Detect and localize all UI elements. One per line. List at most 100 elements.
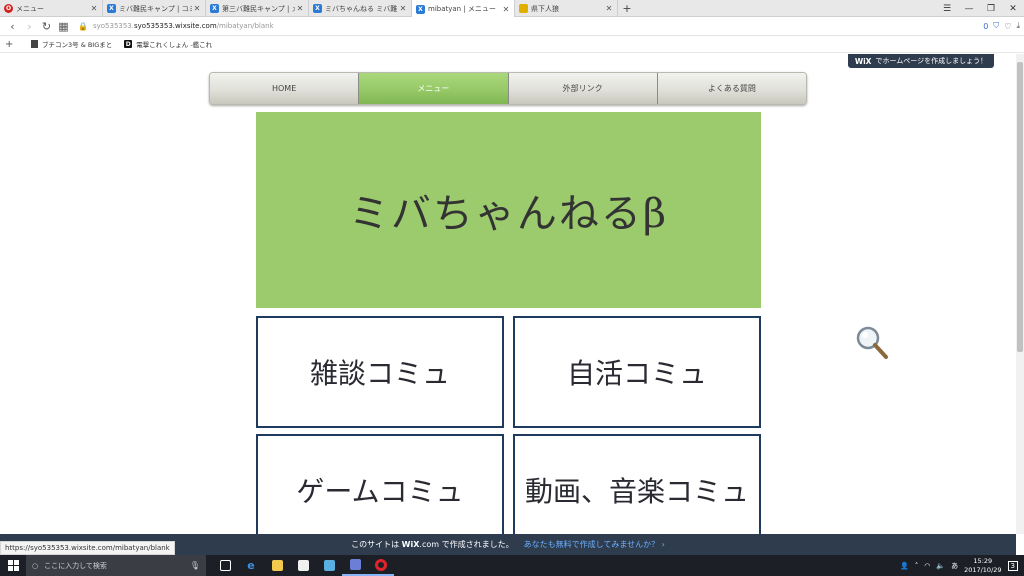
close-window-icon[interactable]: ✕: [1002, 4, 1024, 14]
microphone-icon[interactable]: 🎙: [190, 561, 200, 570]
close-tab-icon[interactable]: ✕: [501, 5, 511, 14]
tab-strip: O メニュー ✕ X ミバ難民キャンプ | コミュニティ ✕ X 第三バ難民キャ…: [0, 0, 1024, 18]
card-jikatsu-community[interactable]: 自活コミュ: [513, 316, 761, 428]
bookmark-label: ブチコン3号 & BIGまと: [42, 41, 113, 49]
tab-label: 第三バ難民キャンプ | メニュー: [222, 4, 295, 13]
footer-suffix: で作成されました。: [441, 540, 514, 549]
task-view-icon[interactable]: [212, 555, 238, 576]
forward-icon[interactable]: ›: [21, 20, 38, 33]
footer-prefix: このサイトは: [351, 540, 400, 549]
window-controls: ☰ — ❐ ✕: [936, 0, 1024, 17]
app-icon[interactable]: [316, 555, 342, 576]
web-page: WiX でホームページを作成しましょう！ HOME メニュー 外部リンク よくあ…: [0, 54, 1016, 534]
heart-icon[interactable]: ♡: [1004, 22, 1011, 31]
browser-tab[interactable]: 県下人狼 ✕: [515, 0, 618, 17]
people-icon[interactable]: 👤: [900, 562, 909, 570]
tab-label: ミバちゃんねる ミバ難民キャン: [325, 4, 398, 13]
site-menu: HOME メニュー 外部リンク よくある質問: [209, 72, 807, 105]
site-title: ミバちゃんねるβ: [348, 191, 669, 237]
bookmark-item[interactable]: ブチコン3号 & BIGまと: [31, 39, 112, 49]
download-icon[interactable]: ⤓: [1016, 21, 1020, 31]
add-bookmark-icon[interactable]: +: [5, 39, 19, 50]
tab-label: メニュー: [16, 4, 44, 13]
windows-start-icon[interactable]: [0, 555, 26, 576]
status-url: https://syo535353.wixsite.com/mibatyan/b…: [0, 541, 175, 555]
search-placeholder: ここに入力して検索: [44, 561, 107, 570]
app-icon[interactable]: [342, 555, 368, 576]
close-tab-icon[interactable]: ✕: [192, 4, 202, 13]
page-scrollbar[interactable]: [1016, 54, 1024, 534]
tab-label: 県下人狼: [531, 4, 559, 13]
browser-tab[interactable]: O メニュー ✕: [0, 0, 103, 17]
footer-logo-suffix: .com: [419, 540, 440, 549]
card-chat-community[interactable]: 雑談コミュ: [256, 316, 504, 428]
bookmark-label: 電撃これくしょん -艦これ: [136, 41, 213, 49]
notification-icon[interactable]: 3: [1007, 560, 1018, 571]
adblock-count[interactable]: 0: [983, 22, 988, 31]
cortana-icon: ○: [32, 561, 39, 570]
tab-menu-icon[interactable]: ☰: [936, 4, 958, 14]
wolf-icon: [519, 4, 528, 13]
taskbar-search[interactable]: ○ ここに入力して検索 🎙: [26, 555, 206, 576]
wix-badge[interactable]: WiX でホームページを作成しましょう！: [848, 54, 994, 68]
edge-icon[interactable]: e: [238, 555, 264, 576]
opera-icon: O: [4, 4, 13, 13]
lock-icon: 🔒: [78, 21, 88, 31]
close-tab-icon[interactable]: ✕: [295, 4, 305, 13]
back-icon[interactable]: ‹: [4, 20, 21, 33]
clock-time: 15:29: [973, 556, 993, 565]
footer-wix-logo: WiX: [401, 540, 420, 549]
bookmarks-bar: + ブチコン3号 & BIGまと D 電撃これくしょん -艦これ: [0, 36, 1024, 53]
ime-icon[interactable]: あ: [951, 561, 958, 571]
browser-tab-active[interactable]: X mibatyan | メニュー ✕: [412, 0, 515, 18]
browser-tab[interactable]: X ミバ難民キャンプ | コミュニティ ✕: [103, 0, 206, 17]
address-actions: 0 ⛉ ♡ ⤓: [983, 21, 1020, 31]
menu-item-external-links[interactable]: 外部リンク: [508, 73, 658, 104]
opera-icon[interactable]: [368, 555, 394, 576]
system-tray: 👤 ˄ ◠ 🔈 あ 15:29 2017/10/29 3: [900, 557, 1024, 575]
url-field[interactable]: 🔒 syo535353. syo535353.wixsite.com/mibaty…: [78, 20, 983, 33]
magnifier-icon: [856, 326, 888, 359]
tab-label: mibatyan | メニュー: [428, 5, 496, 13]
page-icon: [31, 40, 38, 48]
volume-icon[interactable]: 🔈: [936, 562, 945, 570]
wix-badge-text: でホームページを作成しましょう！: [875, 57, 988, 65]
bookmark-item[interactable]: D 電撃これくしょん -艦これ: [124, 39, 212, 49]
reload-icon[interactable]: ↻: [38, 20, 55, 33]
footer-create-link[interactable]: あなたも無料で作成してみませんか？ ›: [524, 539, 665, 550]
close-tab-icon[interactable]: ✕: [89, 4, 99, 13]
clock[interactable]: 15:29 2017/10/29: [964, 557, 1001, 575]
wix-icon: X: [107, 4, 116, 13]
hero-banner: ミバちゃんねるβ: [256, 112, 761, 308]
address-bar: ‹ › ↻ ▦ 🔒 syo535353. syo535353.wixsite.co…: [0, 17, 1024, 36]
browser-tab[interactable]: X ミバちゃんねる ミバ難民キャン ✕: [309, 0, 412, 17]
taskbar-apps: e: [212, 555, 394, 576]
url-host: syo535353.wixsite.com: [134, 22, 217, 30]
new-tab-button[interactable]: +: [618, 0, 636, 16]
url-prefix: syo535353.: [92, 22, 134, 30]
browser-tab[interactable]: X 第三バ難民キャンプ | メニュー ✕: [206, 0, 309, 17]
menu-item-faq[interactable]: よくある質問: [657, 73, 806, 104]
chevron-up-icon[interactable]: ˄: [915, 562, 919, 570]
shield-icon[interactable]: ⛉: [993, 21, 999, 31]
d-icon: D: [124, 40, 133, 48]
card-video-music-community[interactable]: 動画、音楽コミュ: [513, 434, 761, 534]
store-icon[interactable]: [290, 555, 316, 576]
tab-label: ミバ難民キャンプ | コミュニティ: [119, 4, 192, 13]
wix-logo: WiX: [854, 56, 872, 66]
close-tab-icon[interactable]: ✕: [604, 4, 614, 13]
wix-icon: X: [210, 4, 219, 13]
close-tab-icon[interactable]: ✕: [398, 4, 408, 13]
scrollbar-thumb[interactable]: [1017, 62, 1023, 352]
wix-icon: X: [416, 4, 425, 14]
minimize-icon[interactable]: —: [958, 4, 980, 14]
wix-icon: X: [313, 4, 322, 13]
menu-item-menu[interactable]: メニュー: [359, 73, 509, 104]
restore-icon[interactable]: ❐: [980, 4, 1002, 14]
card-game-community[interactable]: ゲームコミュ: [256, 434, 504, 534]
file-explorer-icon[interactable]: [264, 555, 290, 576]
taskbar: ○ ここに入力して検索 🎙 e 👤 ˄ ◠ 🔈 あ 15:29 2017/10/…: [0, 555, 1024, 576]
network-icon[interactable]: ◠: [924, 562, 930, 570]
speed-dial-icon[interactable]: ▦: [55, 20, 72, 33]
menu-item-home[interactable]: HOME: [210, 73, 360, 104]
